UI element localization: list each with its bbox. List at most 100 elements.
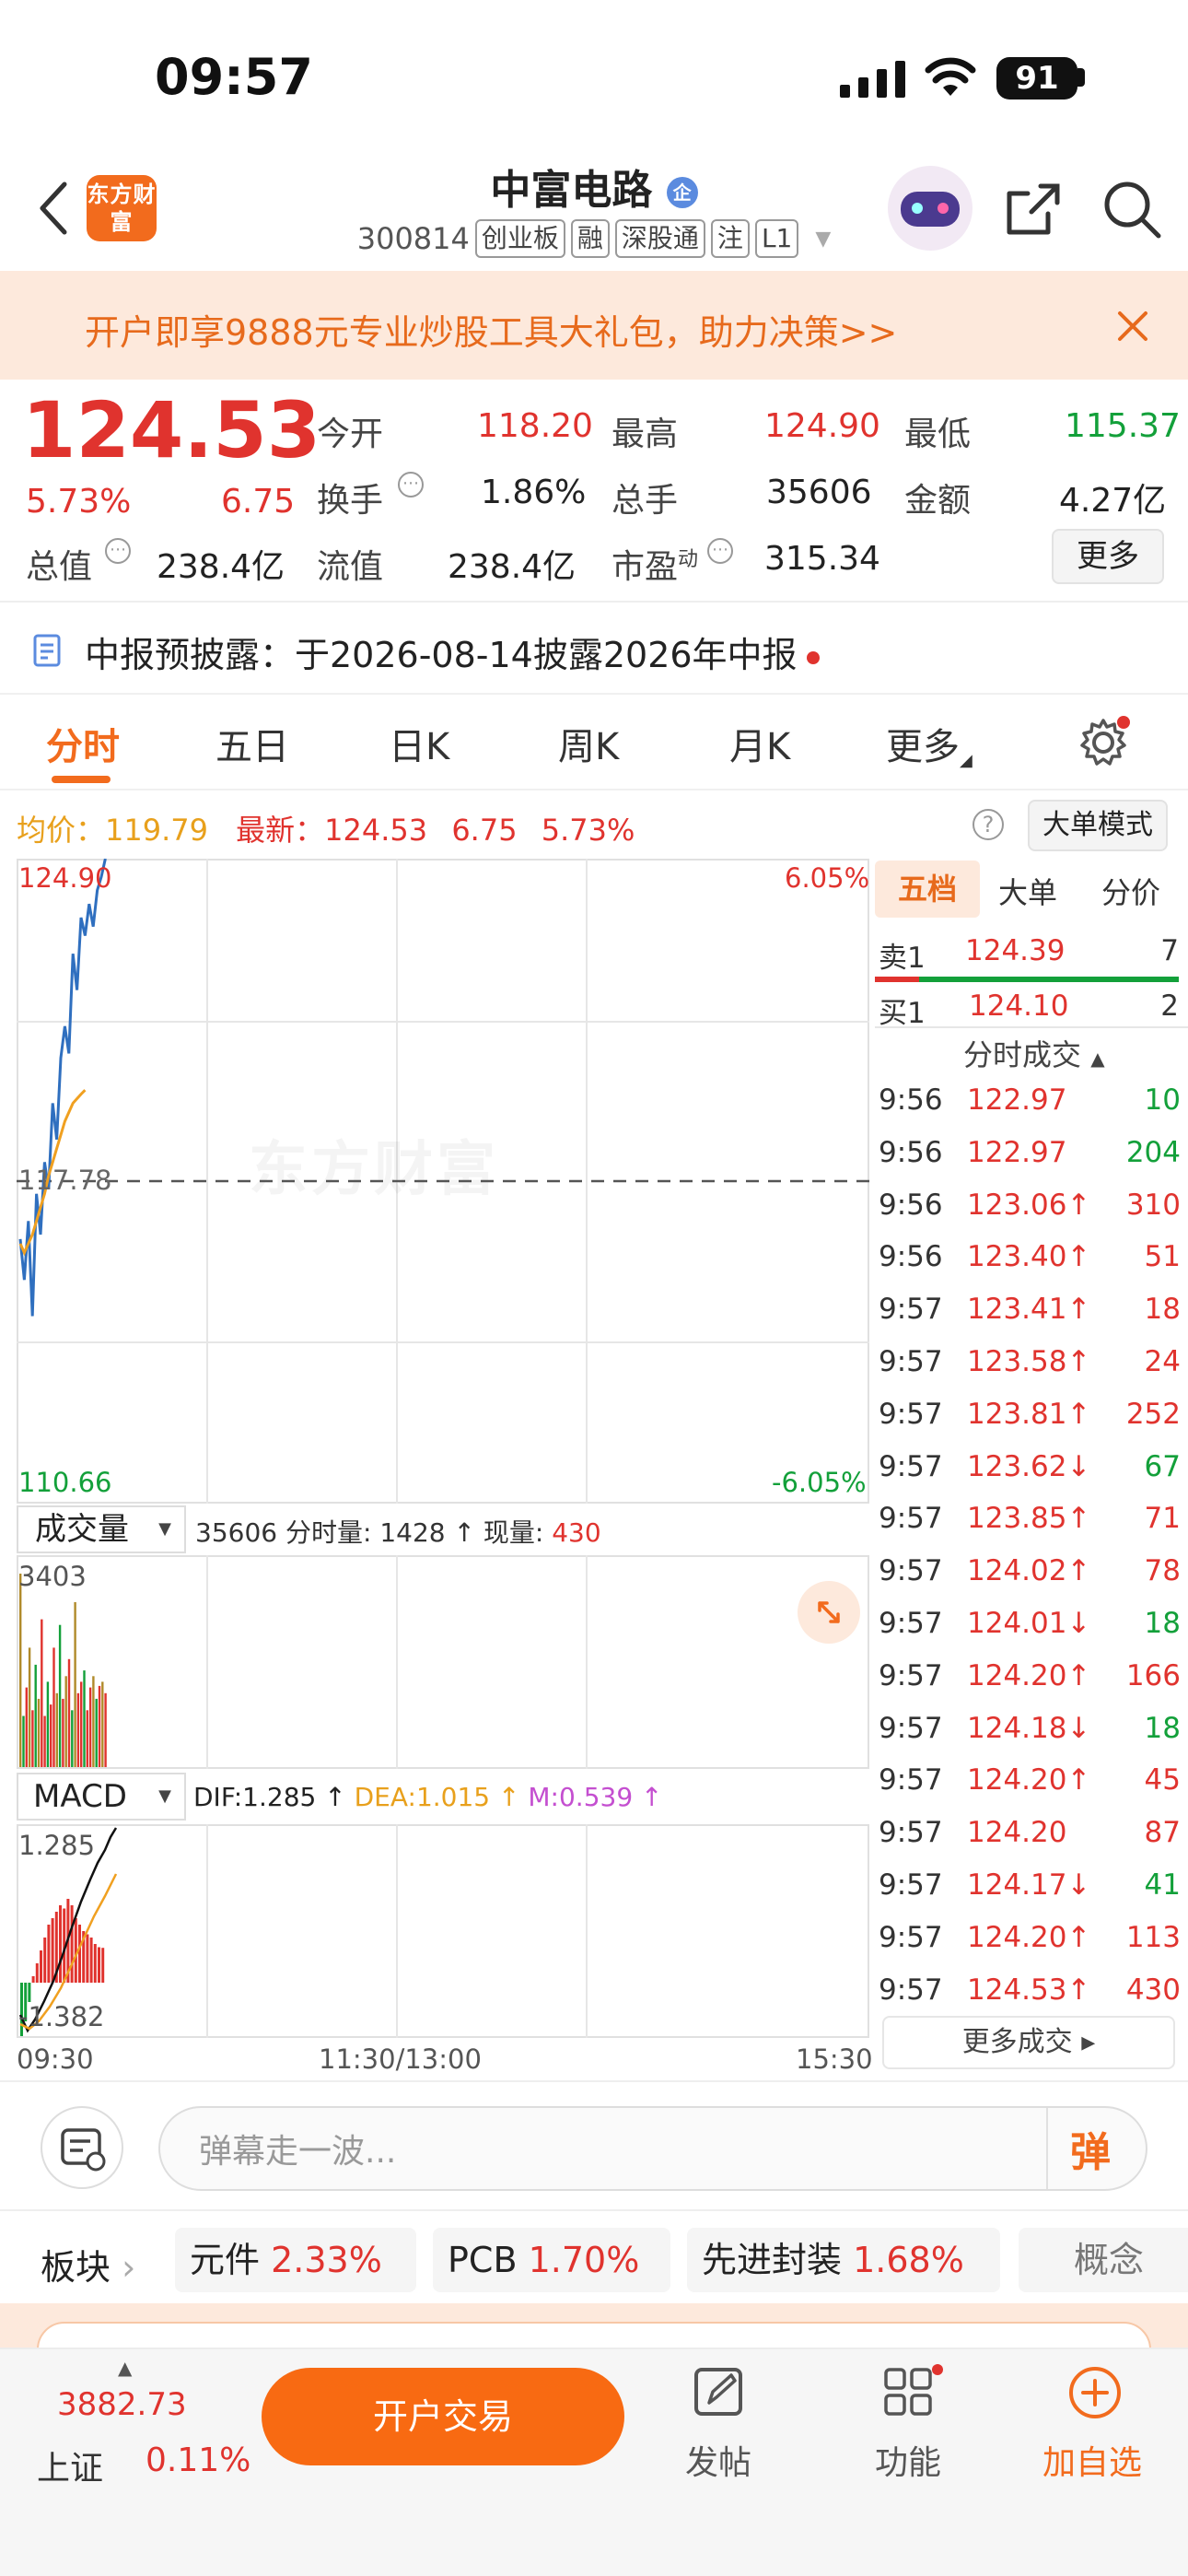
high-value: 124.90 <box>764 407 880 445</box>
volume-bar <box>25 1687 28 1767</box>
trade-qty: 87 <box>1144 1816 1181 1850</box>
trade-qty: 78 <box>1144 1554 1181 1588</box>
trade-qty: 10 <box>1144 1083 1181 1117</box>
volume-bar <box>22 1715 25 1767</box>
turnover-label: 换手 <box>317 482 384 520</box>
trade-row: 9:57 123.41↑ 18 <box>875 1285 1181 1337</box>
price-axis-bottom: 110.66 <box>18 1467 112 1498</box>
sector-label[interactable]: 板块 › <box>41 2239 135 2289</box>
wifi-icon <box>925 57 976 96</box>
index-name[interactable]: 上证 <box>37 2441 103 2489</box>
tab-price-distribution[interactable]: 分价 <box>1101 870 1160 912</box>
share-icon[interactable] <box>1004 181 1063 236</box>
info-icon[interactable]: ⋯ <box>105 538 131 564</box>
bid-ask-ratio-bar <box>875 977 1179 982</box>
trade-qty: 41 <box>1144 1868 1181 1902</box>
info-icon[interactable]: ⋯ <box>398 472 424 498</box>
macd-chart-frame[interactable] <box>17 1824 869 2038</box>
trade-row: 9:56 122.97 10 <box>875 1076 1181 1128</box>
tab-daily-k[interactable]: 日K <box>389 717 449 770</box>
info-icon[interactable]: ⋯ <box>707 538 733 564</box>
tab-big-orders[interactable]: 大单 <box>998 870 1057 912</box>
trade-time: 9:56 <box>879 1083 943 1117</box>
trade-row: 9:57 123.62↓ 67 <box>875 1443 1181 1494</box>
volume-chart-frame[interactable] <box>17 1555 869 1769</box>
trade-price: 123.62↓ <box>967 1449 1091 1483</box>
trade-row: 9:57 124.01↓ 18 <box>875 1599 1181 1651</box>
tab-more[interactable]: 更多◢ <box>886 717 973 770</box>
tab-five-levels[interactable]: 五档 <box>875 861 980 918</box>
trade-price: 124.18↓ <box>967 1711 1091 1745</box>
danmu-button[interactable]: 弹 <box>1070 2119 1111 2178</box>
add-watchlist-icon[interactable] <box>1066 2364 1124 2421</box>
trade-row: 9:57 124.53↑ 430 <box>875 1966 1181 2018</box>
price-chart <box>17 859 869 1317</box>
post-label[interactable]: 发帖 <box>685 2436 751 2484</box>
more-trades-button[interactable]: 更多成交 ▸ <box>882 2016 1175 2069</box>
trade-price: 124.20↑ <box>967 1763 1091 1797</box>
open-account-trade-button[interactable]: 开户交易 <box>262 2368 624 2465</box>
tab-intraday[interactable]: 分时 <box>46 717 120 770</box>
volume-bar <box>58 1624 62 1767</box>
mktcap-label: 总值 <box>26 548 93 586</box>
price-line <box>18 859 107 1317</box>
time-axis-mid: 11:30/13:00 <box>319 2043 482 2075</box>
trade-qty: 67 <box>1144 1449 1181 1483</box>
trade-qty: 310 <box>1125 1188 1181 1222</box>
volume-bar <box>28 1647 31 1767</box>
message-list-icon[interactable] <box>41 2106 123 2189</box>
tab-weekly-k[interactable]: 周K <box>558 717 619 770</box>
index-change[interactable]: 0.11% <box>146 2441 250 2479</box>
comment-placeholder[interactable]: 弹幕走一波... <box>199 2125 396 2172</box>
chevron-down-icon[interactable]: ▼ <box>815 228 831 251</box>
open-value: 118.20 <box>477 407 593 445</box>
ask1-price: 124.39 <box>965 934 1066 967</box>
sector-chip[interactable]: 概念 <box>1019 2228 1188 2292</box>
tab-monthly-k[interactable]: 月K <box>729 717 790 770</box>
macd-bar <box>98 1947 100 1983</box>
macd-indicator-select[interactable]: MACD ▼ <box>17 1773 186 1821</box>
float-label: 流值 <box>317 548 384 586</box>
sector-chip[interactable]: 元件 2.33% <box>175 2228 416 2292</box>
settings-gear-icon[interactable] <box>1076 715 1131 770</box>
divider <box>0 2209 1188 2211</box>
big-order-mode-button[interactable]: 大单模式 <box>1028 800 1168 851</box>
sector-chip[interactable]: 先进封装 1.68% <box>687 2228 1000 2292</box>
close-icon[interactable] <box>1116 310 1149 343</box>
promo-banner-text[interactable]: 开户即享9888元专业炒股工具大礼包，助力决策>> <box>85 304 897 355</box>
assistant-avatar[interactable] <box>888 166 973 251</box>
volume-bar <box>19 1574 22 1767</box>
tab-five-day[interactable]: 五日 <box>215 717 289 770</box>
trade-qty: 24 <box>1144 1345 1181 1378</box>
features-grid-icon[interactable] <box>880 2364 945 2419</box>
volume-bar <box>101 1681 104 1767</box>
macd-bar <box>51 1918 54 1983</box>
volume-bar <box>76 1692 80 1767</box>
volume-indicator-select[interactable]: 成交量 ▼ <box>17 1505 186 1553</box>
trade-row: 9:57 124.20↑ 45 <box>875 1756 1181 1808</box>
help-icon[interactable]: ? <box>973 809 1004 840</box>
report-notice[interactable]: 中报预披露：于2026-08-14披露2026年中报 <box>85 626 820 677</box>
sector-chip[interactable]: PCB 1.70% <box>433 2228 670 2292</box>
expand-icon[interactable] <box>798 1581 860 1644</box>
chart-info: 均价：119.79 最新：124.53 6.75 5.73% <box>17 813 635 848</box>
edit-post-icon[interactable] <box>691 2364 746 2419</box>
search-icon[interactable] <box>1101 179 1162 240</box>
trade-price: 123.58↑ <box>967 1345 1091 1378</box>
add-watchlist-label[interactable]: 加自选 <box>1042 2436 1142 2484</box>
trade-time: 9:56 <box>879 1135 943 1169</box>
trade-time: 9:57 <box>879 1920 943 1954</box>
amount-label: 金额 <box>904 482 972 520</box>
trade-qty: 51 <box>1144 1240 1181 1274</box>
price-axis-top: 124.90 <box>18 862 112 894</box>
last-price: 124.53 <box>22 385 321 475</box>
trade-price: 122.97 <box>967 1083 1067 1117</box>
macd-bar <box>70 1905 74 1983</box>
macd-bar <box>59 1905 62 1983</box>
features-label[interactable]: 功能 <box>875 2436 941 2484</box>
index-value[interactable]: 3882.73 <box>57 2386 187 2423</box>
macd-info: DIF:1.285 ↑ DEA:1.015 ↑ M:0.539 ↑ <box>193 1782 663 1812</box>
more-quote-button[interactable]: 更多 <box>1052 529 1164 584</box>
trade-price: 124.02↑ <box>967 1554 1091 1588</box>
trade-price: 124.53↑ <box>967 1973 1091 2007</box>
